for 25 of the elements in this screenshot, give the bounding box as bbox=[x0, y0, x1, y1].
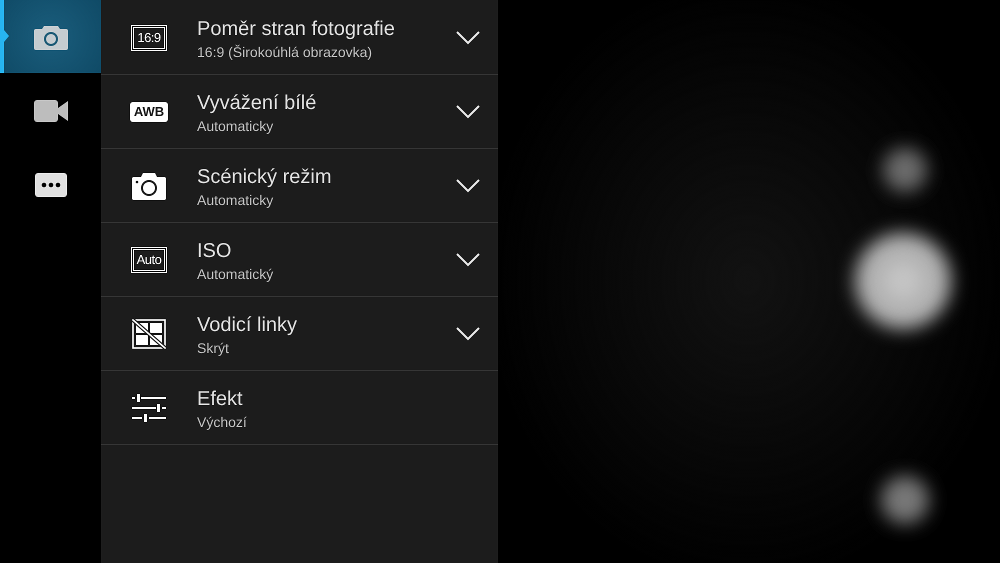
sliders-icon bbox=[132, 394, 166, 422]
camera-icon bbox=[132, 172, 166, 200]
video-camera-icon bbox=[34, 100, 68, 122]
setting-title: Poměr stran fotografie bbox=[197, 18, 396, 40]
setting-title: Vodicí linky bbox=[197, 314, 298, 336]
setting-item[interactable]: 16:9 Poměr stran fotografie 16:9 (Širokoúhlá obrazovka) bbox=[101, 1, 498, 75]
more-icon bbox=[34, 172, 66, 196]
setting-item[interactable]: AWB Vyvážení bílé Automaticky bbox=[101, 75, 498, 149]
setting-value: Automatický bbox=[197, 266, 274, 282]
setting-title: ISO bbox=[197, 240, 232, 262]
setting-value: Automaticky bbox=[197, 118, 274, 134]
setting-title: Scénický režim bbox=[197, 166, 332, 188]
setting-item[interactable]: Auto ISO Automatický bbox=[101, 223, 498, 297]
setting-value: Skrýt bbox=[197, 340, 230, 356]
setting-value: Automaticky bbox=[197, 192, 274, 208]
setting-title: Efekt bbox=[197, 388, 244, 410]
setting-item[interactable]: Vodicí linky Skrýt bbox=[101, 297, 498, 371]
label-icon: Auto bbox=[130, 246, 168, 272]
setting-title: Vyvážení bílé bbox=[197, 92, 318, 114]
setting-item[interactable]: Scénický režim Automaticky bbox=[101, 149, 498, 223]
setting-value: 16:9 (Širokoúhlá obrazovka) bbox=[197, 44, 374, 60]
label-icon: AWB bbox=[130, 102, 168, 122]
label-icon: 16:9 bbox=[131, 24, 167, 50]
grid-off-icon bbox=[132, 318, 166, 348]
setting-value: Výchozí bbox=[197, 414, 248, 430]
